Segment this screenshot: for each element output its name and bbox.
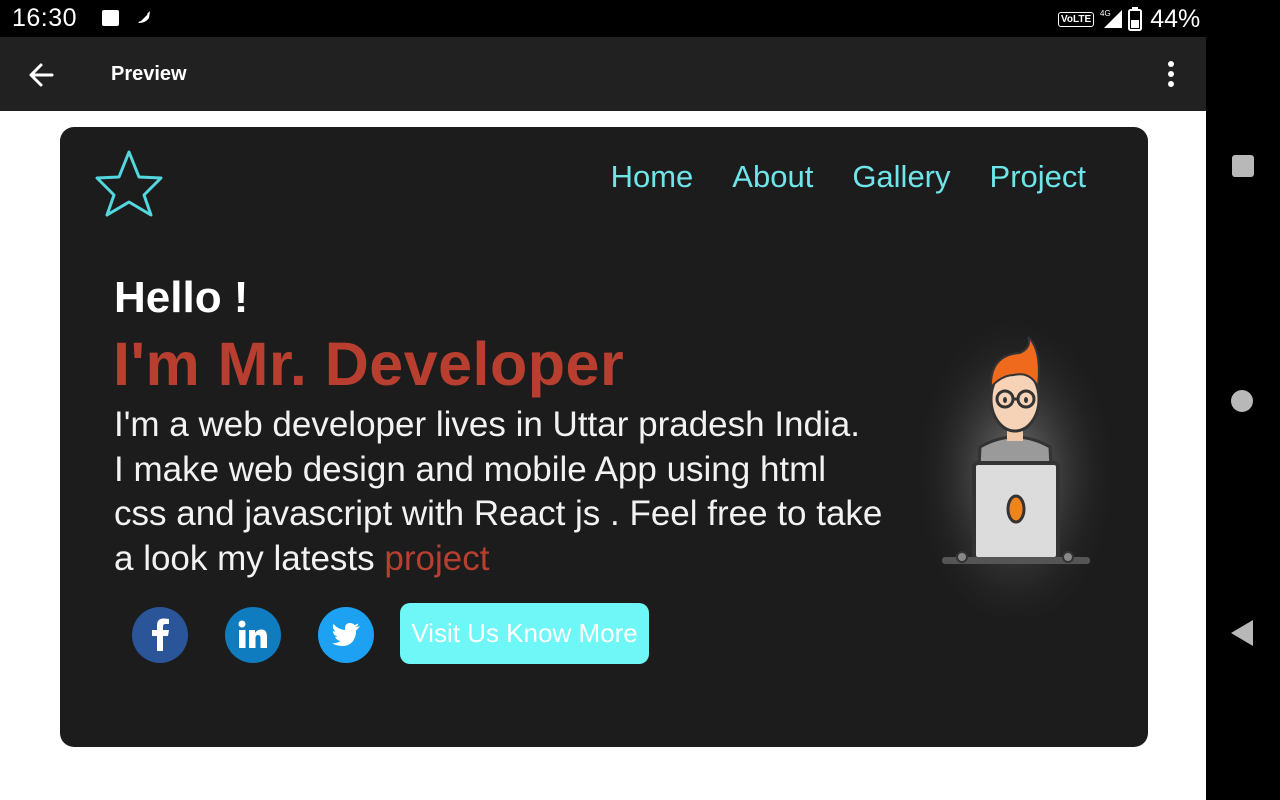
home-button-icon[interactable] — [1228, 388, 1258, 414]
recents-button-icon[interactable] — [1228, 154, 1258, 180]
back-button-icon[interactable] — [1228, 618, 1258, 648]
notification-icon — [102, 10, 119, 26]
signal-icon: 4G — [1100, 9, 1123, 28]
back-arrow-icon[interactable] — [24, 57, 64, 93]
nav-project[interactable]: Project — [990, 159, 1086, 195]
star-logo-icon[interactable] — [94, 149, 164, 217]
nav-gallery[interactable]: Gallery — [852, 159, 950, 195]
system-nav-bar — [1206, 0, 1280, 800]
visit-us-button[interactable]: Visit Us Know More — [400, 603, 649, 664]
bio-line: I'm a web developer lives in Uttar prade… — [114, 405, 860, 444]
nav-home[interactable]: Home — [611, 159, 694, 195]
bio-line: I make web design and mobile App using h… — [114, 449, 827, 489]
bio-line-text: a look my latests — [114, 538, 375, 578]
nav-about[interactable]: About — [732, 159, 813, 195]
status-bar: 16:30 VoLTE 4G 44% — [0, 0, 1206, 37]
developer-illustration — [910, 292, 1120, 617]
twitter-icon[interactable] — [318, 607, 374, 663]
bio-line: css and javascript with React js . Feel … — [114, 494, 883, 533]
svg-text:4G: 4G — [1100, 9, 1111, 18]
hero-card: Home About Gallery Project Hello ! I'm M… — [60, 127, 1148, 747]
facebook-icon[interactable] — [132, 607, 188, 663]
status-indicators: VoLTE 4G 44% — [1058, 5, 1200, 33]
webview: Home About Gallery Project Hello ! I'm M… — [0, 111, 1206, 800]
bio-line: a look my latests project — [114, 537, 914, 582]
headline: I'm Mr. Developer — [113, 330, 625, 398]
volte-icon: VoLTE — [1058, 11, 1095, 27]
leaf-notification-icon — [138, 11, 150, 23]
bio-text: I'm a web developer lives in Uttar prade… — [114, 403, 914, 581]
app-bar: Preview — [0, 37, 1206, 111]
project-link[interactable]: project — [384, 539, 489, 578]
battery-icon — [1128, 7, 1143, 31]
status-time: 16:30 — [12, 4, 78, 32]
battery-percent: 44% — [1150, 4, 1201, 33]
linkedin-icon[interactable] — [225, 607, 281, 663]
app-title: Preview — [111, 63, 187, 85]
more-options-icon[interactable] — [1156, 57, 1186, 91]
social-links — [132, 607, 411, 663]
main-nav: Home About Gallery Project — [611, 159, 1086, 195]
greeting: Hello ! — [114, 273, 249, 322]
